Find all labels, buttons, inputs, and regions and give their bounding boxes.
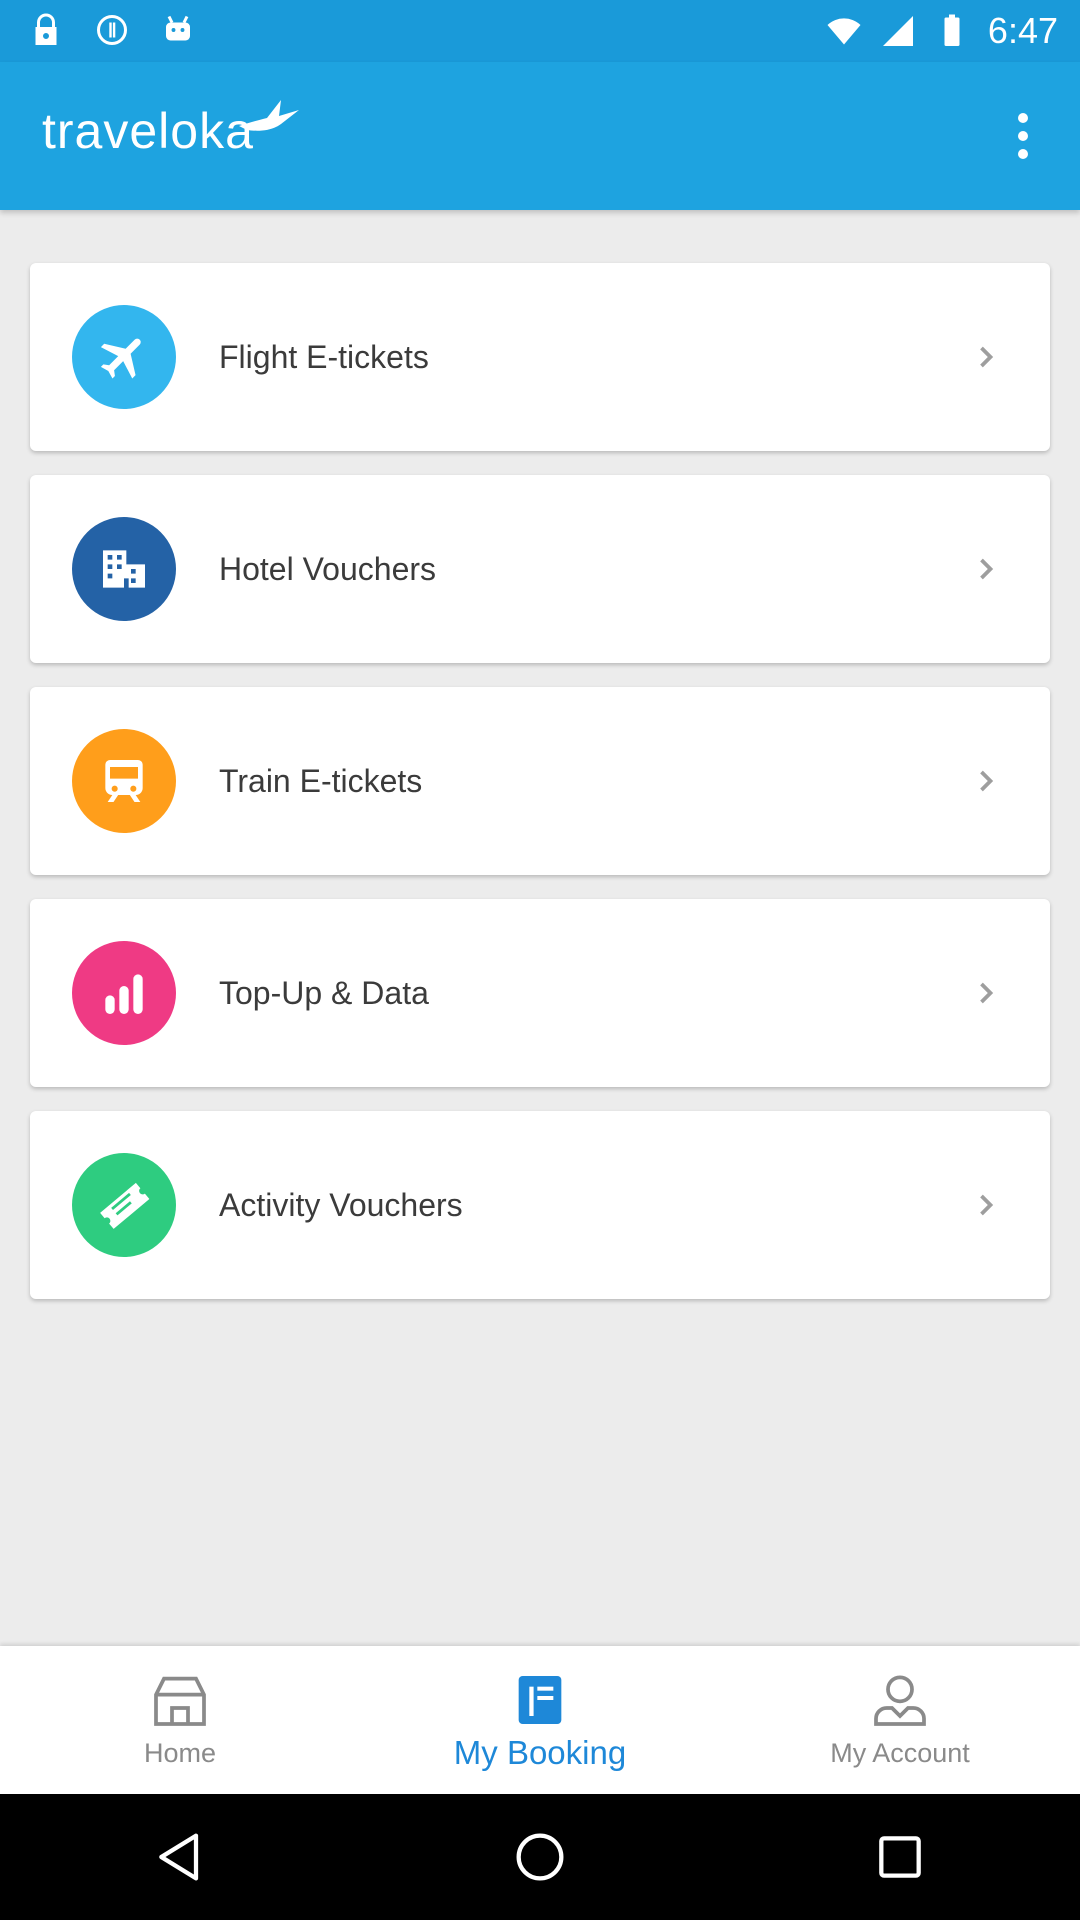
- booking-list: Flight E-tickets Hotel Vouchers Train E-…: [30, 263, 1050, 1323]
- signal-bars-icon: [72, 941, 176, 1045]
- back-icon[interactable]: [148, 1825, 212, 1889]
- chevron-right-icon: [980, 982, 994, 1004]
- chevron-right-icon: [980, 346, 994, 368]
- list-item-activity-vouchers[interactable]: Activity Vouchers: [30, 1111, 1050, 1299]
- chevron-right-icon: [980, 558, 994, 580]
- list-item-topup-data[interactable]: Top-Up & Data: [30, 899, 1050, 1087]
- app-bar: traveloka: [0, 62, 1080, 210]
- more-vert-icon[interactable]: [998, 106, 1048, 166]
- ticket-icon: [72, 1153, 176, 1257]
- battery-icon: [944, 14, 960, 46]
- app-logo: traveloka: [42, 100, 299, 172]
- wifi-icon: [827, 18, 861, 45]
- list-item-train-etickets[interactable]: Train E-tickets: [30, 687, 1050, 875]
- booking-icon: [518, 1676, 562, 1724]
- nav-label-my-account: My Account: [830, 1738, 970, 1768]
- lock-icon: [35, 13, 57, 45]
- list-item-label: Top-Up & Data: [219, 975, 429, 1011]
- nav-item-my-account[interactable]: My Account: [720, 1646, 1080, 1794]
- status-bar: 6:47: [0, 0, 1080, 62]
- list-item-label: Flight E-tickets: [219, 339, 429, 375]
- signal-icon: [882, 16, 913, 46]
- nav-item-my-booking[interactable]: My Booking: [360, 1646, 720, 1794]
- list-item-flight-etickets[interactable]: Flight E-tickets: [30, 263, 1050, 451]
- train-icon: [72, 729, 176, 833]
- bird-icon: [239, 100, 299, 131]
- chevron-right-icon: [980, 1194, 994, 1216]
- airplane-icon: [72, 305, 176, 409]
- info-icon: [97, 15, 127, 45]
- chevron-right-icon: [980, 770, 994, 792]
- nav-label-my-booking: My Booking: [453, 1734, 627, 1771]
- bottom-navigation: Home My Booking My Account: [0, 1646, 1080, 1794]
- recents-icon[interactable]: [868, 1825, 932, 1889]
- list-item-label: Hotel Vouchers: [219, 551, 437, 587]
- android-icon: [166, 15, 190, 41]
- home-icon: [154, 1676, 206, 1726]
- list-item-label: Train E-tickets: [219, 763, 423, 799]
- logo-text: traveloka: [42, 103, 254, 159]
- list-item-label: Activity Vouchers: [219, 1187, 463, 1223]
- status-time: 6:47: [987, 10, 1058, 51]
- list-item-hotel-vouchers[interactable]: Hotel Vouchers: [30, 475, 1050, 663]
- account-icon: [874, 1675, 926, 1726]
- nav-item-home[interactable]: Home: [0, 1646, 360, 1794]
- home-circle-icon[interactable]: [508, 1825, 572, 1889]
- nav-label-home: Home: [143, 1738, 217, 1768]
- hotel-icon: [72, 517, 176, 621]
- system-navigation-bar: [0, 1794, 1080, 1920]
